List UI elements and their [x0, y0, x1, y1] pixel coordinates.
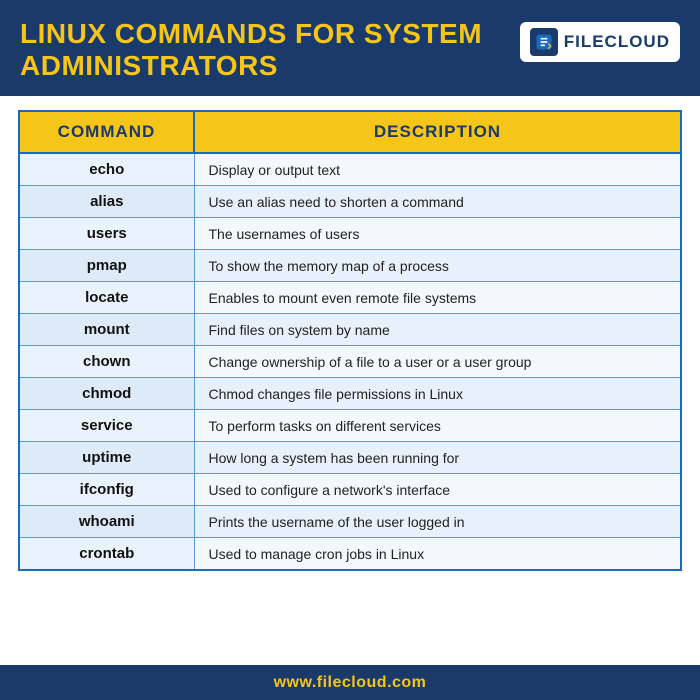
description-cell: Used to configure a network's interface — [194, 474, 681, 506]
header: LINUX COMMANDS FOR SYSTEM ADMINISTRATORS… — [0, 0, 700, 96]
table-row: pmapTo show the memory map of a process — [19, 250, 681, 282]
table-row: crontabUsed to manage cron jobs in Linux — [19, 538, 681, 571]
description-cell: How long a system has been running for — [194, 442, 681, 474]
table-row: locateEnables to mount even remote file … — [19, 282, 681, 314]
footer: www.filecloud.com — [0, 665, 700, 700]
description-cell: Chmod changes file permissions in Linux — [194, 378, 681, 410]
description-cell: Find files on system by name — [194, 314, 681, 346]
page-wrapper: LINUX COMMANDS FOR SYSTEM ADMINISTRATORS… — [0, 0, 700, 700]
footer-url: www.filecloud.com — [274, 674, 427, 691]
table-area: COMMAND DESCRIPTION echoDisplay or outpu… — [0, 96, 700, 665]
command-cell: chmod — [19, 378, 194, 410]
command-cell: pmap — [19, 250, 194, 282]
table-row: aliasUse an alias need to shorten a comm… — [19, 186, 681, 218]
description-cell: The usernames of users — [194, 218, 681, 250]
logo-box: FILECLOUD — [520, 22, 680, 62]
command-cell: echo — [19, 153, 194, 186]
table-header-row: COMMAND DESCRIPTION — [19, 111, 681, 153]
description-cell: To perform tasks on different services — [194, 410, 681, 442]
table-row: whoamiPrints the username of the user lo… — [19, 506, 681, 538]
command-cell: users — [19, 218, 194, 250]
page-title: LINUX COMMANDS FOR SYSTEM ADMINISTRATORS — [20, 18, 500, 82]
col-command-header: COMMAND — [19, 111, 194, 153]
commands-table: COMMAND DESCRIPTION echoDisplay or outpu… — [18, 110, 682, 571]
description-cell: Change ownership of a file to a user or … — [194, 346, 681, 378]
table-row: chownChange ownership of a file to a use… — [19, 346, 681, 378]
description-cell: To show the memory map of a process — [194, 250, 681, 282]
command-cell: alias — [19, 186, 194, 218]
col-description-header: DESCRIPTION — [194, 111, 681, 153]
logo-text: FILECLOUD — [564, 32, 670, 52]
command-cell: service — [19, 410, 194, 442]
command-cell: crontab — [19, 538, 194, 571]
command-cell: locate — [19, 282, 194, 314]
table-row: chmodChmod changes file permissions in L… — [19, 378, 681, 410]
command-cell: ifconfig — [19, 474, 194, 506]
description-cell: Display or output text — [194, 153, 681, 186]
table-row: mountFind files on system by name — [19, 314, 681, 346]
command-cell: chown — [19, 346, 194, 378]
filecloud-icon — [530, 28, 558, 56]
description-cell: Use an alias need to shorten a command — [194, 186, 681, 218]
command-cell: whoami — [19, 506, 194, 538]
command-cell: mount — [19, 314, 194, 346]
description-cell: Prints the username of the user logged i… — [194, 506, 681, 538]
table-row: usersThe usernames of users — [19, 218, 681, 250]
table-row: echoDisplay or output text — [19, 153, 681, 186]
description-cell: Enables to mount even remote file system… — [194, 282, 681, 314]
table-row: ifconfigUsed to configure a network's in… — [19, 474, 681, 506]
table-row: serviceTo perform tasks on different ser… — [19, 410, 681, 442]
table-row: uptimeHow long a system has been running… — [19, 442, 681, 474]
description-cell: Used to manage cron jobs in Linux — [194, 538, 681, 571]
command-cell: uptime — [19, 442, 194, 474]
